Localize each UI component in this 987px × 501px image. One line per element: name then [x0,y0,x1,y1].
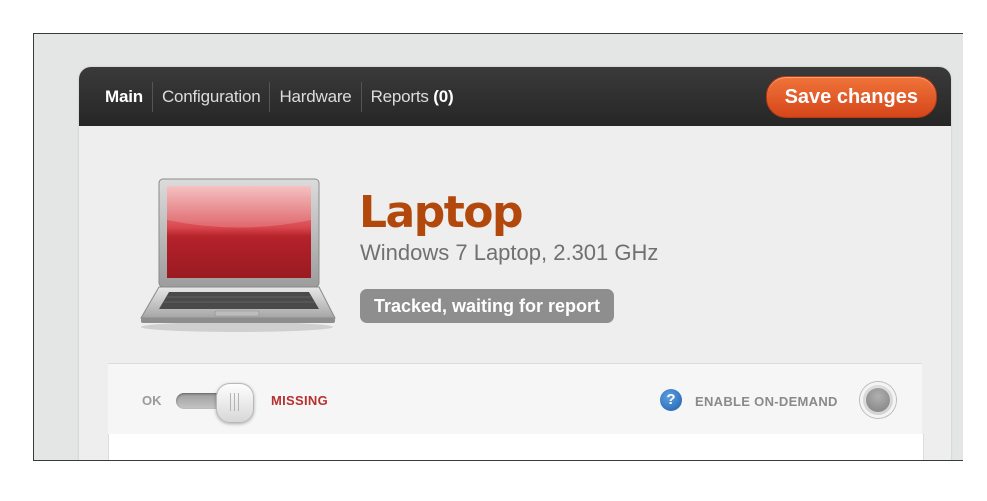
top-navigation-bar: Main Configuration Hardware Reports (0) … [79,67,951,126]
tab-reports[interactable]: Reports (0) [360,81,463,112]
ok-label: OK [142,393,162,408]
tab-configuration[interactable]: Configuration [151,81,270,112]
on-demand-toggle[interactable] [860,382,896,418]
app-window: Main Configuration Hardware Reports (0) … [33,33,963,461]
missing-label: MISSING [271,393,328,408]
save-changes-button[interactable]: Save changes [765,76,937,118]
tab-main[interactable]: Main [97,82,152,112]
tab-main-label: Main [105,86,143,106]
missing-toggle[interactable] [176,383,256,423]
tab-hardware-label: Hardware [279,86,352,106]
device-name: Laptop [359,187,523,238]
toggle-knob[interactable] [216,383,254,423]
device-description: Windows 7 Laptop, 2.301 GHz [360,240,659,265]
tab-list: Main Configuration Hardware Reports (0) [97,67,462,126]
enable-on-demand-label: ENABLE ON-DEMAND [695,394,838,409]
status-badge: Tracked, waiting for report [360,289,615,323]
device-panel: Main Configuration Hardware Reports (0) … [79,67,951,460]
content-area [108,434,924,460]
help-icon[interactable]: ? [660,389,682,411]
laptop-icon [140,178,336,332]
tab-reports-label: Reports [370,86,429,106]
content-tab [529,456,619,460]
tracking-controls: OK MISSING ? ENABLE ON-DEMAND [108,363,922,435]
reports-count: (0) [433,86,454,106]
tab-hardware[interactable]: Hardware [269,81,360,112]
tab-configuration-label: Configuration [161,86,261,106]
